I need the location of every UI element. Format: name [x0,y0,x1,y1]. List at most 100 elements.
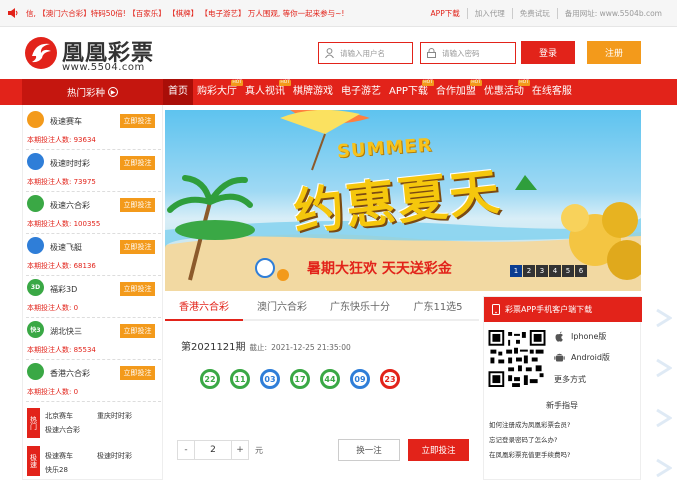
android-label: Android版 [571,353,610,362]
bet-now-button[interactable]: 立即投注 [120,156,155,170]
random-pick-button[interactable]: 换一注 [338,439,400,461]
lottery-item-hubei-k3: 快3 湖北快三 立即投注 本期投注人数: 85534 [23,319,164,361]
hot-lotteries-header[interactable]: 热门彩种 ▶ [22,79,163,105]
banner-page-dot[interactable]: 3 [536,265,548,277]
group-link[interactable]: 北京赛车 [45,411,73,421]
login-button[interactable]: 登录 [521,41,575,64]
phoenix-logo-icon [25,37,57,69]
nav-item-lottery-hall[interactable]: 购彩大厅 HOT [193,79,243,105]
bet-now-main-button[interactable]: 立即投注 [408,439,469,461]
lottery-ball-icon [27,363,44,380]
tab-macau-mark-six[interactable]: 澳门六合彩 [243,296,321,319]
bet-now-button[interactable]: 立即投注 [120,324,155,338]
app-download-panel: 彩票APP手机客户端下载 Iphone版 Android版 更多方式 新手指导 … [483,296,642,480]
bet-now-button[interactable]: 立即投注 [120,366,155,380]
lottery-name[interactable]: 极速赛车 [50,116,82,127]
nav-item-label: 合作加盟 [435,86,476,97]
more-download-options[interactable]: 更多方式 [554,374,586,385]
issue-number: 第2021121期 [181,342,246,353]
speaker-icon [8,8,18,18]
group-link[interactable]: 极速赛车 [45,451,73,461]
group-link[interactable]: 极速时时彩 [97,451,132,461]
username-field[interactable]: 请输入用户名 [318,42,413,64]
register-button[interactable]: 注册 [587,41,641,64]
fast-group: 极速 极速赛车 极速时时彩 快乐28 [27,446,160,478]
bet-now-button[interactable]: 立即投注 [120,198,155,212]
draw-ball: 11 [230,369,250,389]
backup-url-link[interactable]: 备用网址: www.5504b.com [556,7,669,19]
tab-gd-11x5[interactable]: 广东11选5 [399,296,477,319]
app-download-link[interactable]: APP下载 [424,8,467,19]
join-agent-link[interactable]: 加入代理 [466,7,512,19]
lock-icon [427,48,436,58]
nav-item-promotions[interactable]: 优惠活动 HOT [480,79,530,105]
iphone-label: Iphone版 [571,332,607,341]
banner-page-dot[interactable]: 5 [562,265,574,277]
nav-item-label: 购彩大厅 [197,86,237,97]
lottery-name[interactable]: 极速六合彩 [50,200,90,211]
amount-input[interactable]: 2 [195,440,231,460]
lottery-name[interactable]: 极速飞艇 [50,242,82,253]
banner-page-dot[interactable]: 6 [575,265,587,277]
top-links: APP下载 加入代理 免费试玩 备用网址: www.5504b.com [424,7,669,19]
password-field[interactable]: 请输入密码 [420,42,516,64]
faq-link[interactable]: 在凤凰彩票充值更手续费吗? [489,449,570,459]
app-panel-title: 彩票APP手机客户端下载 [505,305,593,314]
tab-gd-happy-ten[interactable]: 广东快乐十分 [321,296,399,319]
bet-now-button[interactable]: 立即投注 [120,240,155,254]
faq-link[interactable]: 如何注册成为凤凰彩票会员? [489,419,570,429]
phone-icon [492,304,500,315]
beginner-guide-title: 新手指导 [546,401,578,410]
nav-item-customer-service[interactable]: 在线客服 [528,79,576,105]
group-link[interactable]: 重庆时时彩 [97,411,132,421]
group-link[interactable]: 极速六合彩 [45,425,80,435]
qr-code-icon[interactable] [488,330,546,387]
lottery-ball-icon [27,237,44,254]
banner-pager: 1 2 3 4 5 6 [510,265,587,277]
hot-group: 热门 北京赛车 重庆时时彩 极速六合彩 [27,408,160,440]
android-download[interactable]: Android版 [554,352,610,363]
lottery-item-speed-boat: 极速飞艇 立即投注 本期投注人数: 68136 [23,235,164,277]
nav-item-label: 优惠活动 [483,86,524,97]
decorative-background-pattern [656,308,672,478]
nav-item-label: 电子游艺 [341,86,381,97]
lottery-ball-icon [27,153,44,170]
username-placeholder: 请输入用户名 [340,48,385,58]
nav-item-e-games[interactable]: 电子游艺 [337,79,385,105]
banner-slogan: 暑期大狂欢 天天送彩金 [307,261,452,277]
lottery-name[interactable]: 极速时时彩 [50,158,90,169]
nav-item-label: 棋牌游戏 [293,86,333,97]
lottery-name[interactable]: 香港六合彩 [50,368,90,379]
group-link[interactable]: 快乐28 [45,465,68,475]
draw-ball: 17 [290,369,310,389]
increase-button[interactable]: + [231,440,249,460]
nav-item-home[interactable]: 首页 [163,79,193,105]
lottery-name[interactable]: 福彩3D [50,284,77,295]
free-trial-link[interactable]: 免费试玩 [511,7,557,19]
banner-page-dot[interactable]: 2 [523,265,535,277]
iphone-download[interactable]: Iphone版 [554,331,606,342]
app-panel-header: 彩票APP手机客户端下载 [484,297,642,322]
arrow-right-icon: ▶ [108,87,118,97]
tab-hk-mark-six[interactable]: 香港六合彩 [165,296,243,321]
nav-item-live-casino[interactable]: 真人视讯 HOT [241,79,291,105]
draw-issue: 第2021121期 截止: 2021-12-25 21:35:00 [181,338,351,353]
announcement-marquee[interactable]: 信, 【澳门六合彩】特码50倍! 【百家乐】 【棋牌】 【电子游艺】 万人围观,… [26,8,424,19]
decrease-button[interactable]: - [177,440,195,460]
bet-now-button[interactable]: 立即投注 [120,114,155,128]
banner-page-dot[interactable]: 1 [510,265,522,277]
logo-url: www.5504.com [62,62,145,73]
nav-item-label: APP下载 [389,86,428,97]
logo[interactable]: 凰凰彩票 www.5504.com [24,34,164,74]
nav-item-app-download[interactable]: APP下载 HOT [385,79,434,105]
main-nav: 热门彩种 ▶ 首页 购彩大厅 HOT 真人视讯 HOT 棋牌游戏 电子游艺 APP下… [0,79,677,105]
lottery-item-speed-ssc: 极速时时彩 立即投注 本期投注人数: 73975 [23,151,164,193]
lottery-item-fc3d: 3D 福彩3D 立即投注 本期投注人数: 0 [23,277,164,319]
bet-now-button[interactable]: 立即投注 [120,282,155,296]
banner-page-dot[interactable]: 4 [549,265,561,277]
faq-link[interactable]: 忘记登录密码了怎么办? [489,434,557,444]
lottery-name[interactable]: 湖北快三 [50,326,82,337]
promo-banner[interactable]: SUMMER 约惠夏天 暑期大狂欢 天天送彩金 1 2 3 4 5 6 [165,110,641,291]
nav-item-card-games[interactable]: 棋牌游戏 [289,79,337,105]
nav-item-partnership[interactable]: 合作加盟 HOT [432,79,482,105]
